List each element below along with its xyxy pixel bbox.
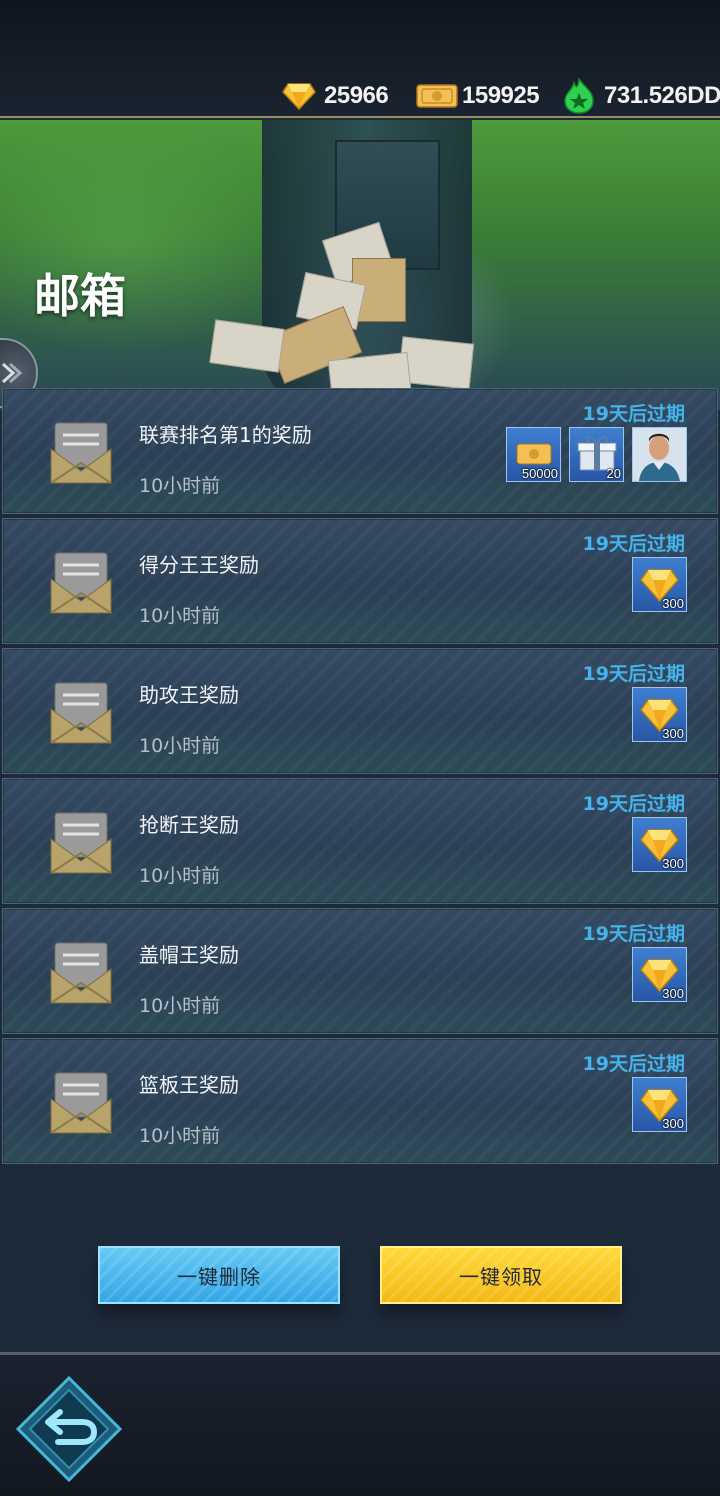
mail-title: 抢断王奖励 <box>139 813 239 837</box>
claim-all-button[interactable]: 一键领取 <box>380 1246 622 1304</box>
diamond-balance[interactable]: 25966 <box>282 76 389 116</box>
mail-expire: 19天后过期 <box>582 403 685 425</box>
mail-expire: 19天后过期 <box>582 793 685 815</box>
page-title: 邮箱 <box>34 269 126 323</box>
mailbox-banner: 邮箱 <box>0 120 720 410</box>
mail-expire: 19天后过期 <box>582 533 685 555</box>
reward-item[interactable]: 300 <box>632 557 687 612</box>
reward-list: 300 <box>632 1077 687 1132</box>
dd-count: 731.526DD <box>604 82 720 109</box>
reward-list: 50000 20 <box>506 427 687 482</box>
reward-item[interactable]: 20 <box>569 427 624 482</box>
envelope-icon <box>50 942 112 1004</box>
envelope-icon <box>50 812 112 874</box>
mail-time: 10小时前 <box>139 865 221 887</box>
reward-item[interactable]: 300 <box>632 817 687 872</box>
reward-item[interactable]: 50000 <box>506 427 561 482</box>
reward-qty: 300 <box>662 856 684 871</box>
reward-qty: 300 <box>662 1116 684 1131</box>
mail-time: 10小时前 <box>139 605 221 627</box>
reward-list: 300 <box>632 947 687 1002</box>
reward-item[interactable]: 300 <box>632 687 687 742</box>
back-arrow-icon <box>15 1375 123 1483</box>
reward-item[interactable]: 300 <box>632 1077 687 1132</box>
diamond-count: 25966 <box>324 82 389 109</box>
mail-item[interactable]: 联赛排名第1的奖励 10小时前 19天后过期 50000 20 <box>2 388 718 514</box>
mail-item[interactable]: 盖帽王奖励 10小时前 19天后过期 300 <box>2 908 718 1034</box>
back-button[interactable] <box>14 1374 124 1484</box>
currency-bar: 25966 159925 731.526DD <box>0 0 720 118</box>
mail-item[interactable]: 助攻王奖励 10小时前 19天后过期 300 <box>2 648 718 774</box>
mail-title: 篮板王奖励 <box>139 1073 239 1097</box>
reward-list: 300 <box>632 817 687 872</box>
reward-list: 300 <box>632 557 687 612</box>
mail-title: 联赛排名第1的奖励 <box>139 423 312 447</box>
mail-title: 得分王王奖励 <box>139 553 259 577</box>
chevron-right-icon <box>1 362 23 384</box>
mail-time: 10小时前 <box>139 1125 221 1147</box>
ticket-count: 159925 <box>462 82 540 109</box>
reward-item[interactable]: 300 <box>632 947 687 1002</box>
diamond-icon <box>282 83 316 110</box>
reward-qty: 300 <box>662 986 684 1001</box>
envelope-icon <box>50 682 112 744</box>
mail-time: 10小时前 <box>139 475 221 497</box>
ticket-icon <box>416 84 458 108</box>
mail-expire: 19天后过期 <box>582 663 685 685</box>
mail-expire: 19天后过期 <box>582 923 685 945</box>
banner-letter <box>209 319 285 373</box>
mail-time: 10小时前 <box>139 995 221 1017</box>
reward-list: 300 <box>632 687 687 742</box>
reward-qty: 20 <box>606 466 621 481</box>
mail-item[interactable]: 得分王王奖励 10小时前 19天后过期 300 <box>2 518 718 644</box>
reward-qty: 50000 <box>521 466 558 481</box>
mail-item[interactable]: 抢断王奖励 10小时前 19天后过期 300 <box>2 778 718 904</box>
mail-expire: 19天后过期 <box>582 1053 685 1075</box>
envelope-icon <box>50 552 112 614</box>
mail-item[interactable]: 篮板王奖励 10小时前 19天后过期 300 <box>2 1038 718 1164</box>
reward-item[interactable] <box>632 427 687 482</box>
mail-title: 助攻王奖励 <box>139 683 239 707</box>
green-flame-icon <box>564 78 594 114</box>
mail-time: 10小时前 <box>139 735 221 757</box>
player-portrait-icon <box>633 428 686 481</box>
dd-balance[interactable]: 731.526DD <box>562 76 720 116</box>
ticket-balance[interactable]: 159925 <box>416 76 540 116</box>
delete-all-button[interactable]: 一键删除 <box>98 1246 340 1304</box>
reward-qty: 300 <box>662 596 684 611</box>
mail-title: 盖帽王奖励 <box>139 943 239 967</box>
reward-qty: 300 <box>662 726 684 741</box>
envelope-icon <box>50 422 112 484</box>
envelope-icon <box>50 1072 112 1134</box>
